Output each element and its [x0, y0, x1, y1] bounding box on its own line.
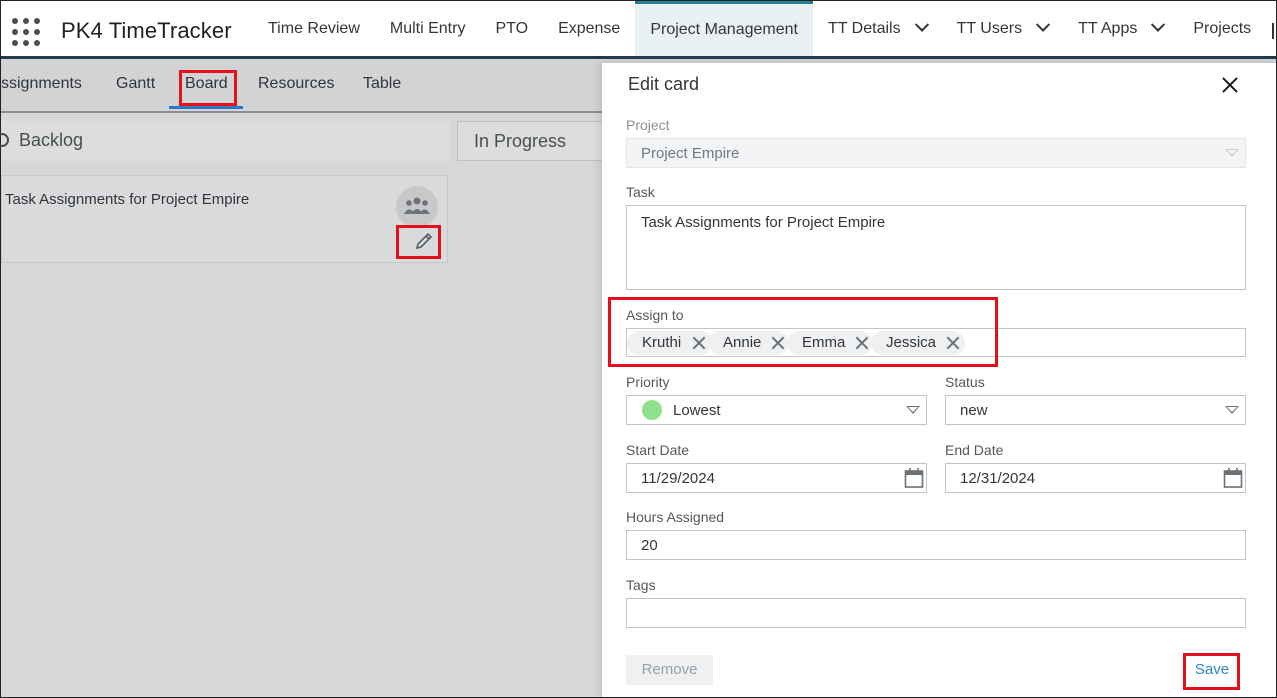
highlight-box-board-tab — [179, 70, 237, 106]
nav-project-management[interactable]: Project Management — [635, 1, 813, 56]
lane-title: Backlog — [19, 130, 84, 150]
active-tab-indicator — [169, 106, 243, 109]
nav-pto[interactable]: PTO — [480, 1, 543, 56]
project-select: Project Empire — [626, 138, 1246, 168]
priority-select[interactable]: Lowest — [626, 395, 927, 425]
nav-time-review[interactable]: Time Review — [253, 1, 375, 56]
task-label: Task — [626, 184, 655, 200]
tags-input[interactable] — [626, 598, 1246, 628]
lane-title: In Progress — [474, 131, 567, 151]
app-launcher-grid-icon[interactable] — [12, 18, 40, 46]
status-label: Status — [945, 374, 985, 390]
end-date-input[interactable]: 12/31/2024 — [945, 463, 1246, 493]
priority-color-dot — [642, 400, 662, 420]
hours-assigned-input[interactable]: 20 — [626, 530, 1246, 560]
nav-label: TT Details — [827, 19, 901, 37]
end-date-value: 12/31/2024 — [960, 470, 1036, 487]
top-navigation-bar: PK4 TimeTracker Time Review Multi Entry … — [1, 1, 1276, 59]
nav-multi-entry[interactable]: Multi Entry — [375, 1, 481, 56]
nav-tt-apps[interactable]: TT Apps — [1063, 1, 1178, 56]
nav-label: PTO — [495, 19, 529, 37]
assignees-group-icon — [396, 186, 438, 228]
tab-resources[interactable]: Resources — [258, 75, 334, 93]
chevron-down-icon — [1151, 17, 1166, 32]
task-value: Task Assignments for Project Empire — [641, 214, 886, 231]
start-date-input[interactable]: 11/29/2024 — [626, 463, 927, 493]
nav-label: TT Apps — [1078, 19, 1138, 37]
tab-assignments[interactable]: ssignments — [1, 75, 82, 93]
nav-projects[interactable]: Projects — [1178, 1, 1266, 56]
end-date-label: End Date — [945, 442, 1004, 458]
dropdown-arrow-icon — [1225, 149, 1239, 157]
nav-expense[interactable]: Expense — [543, 1, 635, 56]
nav-label: Expense — [558, 19, 621, 37]
nav-tt-details[interactable]: TT Details — [813, 1, 942, 56]
task-textarea[interactable]: Task Assignments for Project Empire — [626, 205, 1246, 290]
priority-label: Priority — [626, 374, 670, 390]
chevron-down-icon — [1035, 17, 1051, 32]
panel-title: Edit card — [628, 74, 700, 94]
dropdown-arrow-icon — [906, 406, 920, 414]
hours-assigned-label: Hours Assigned — [626, 509, 725, 525]
status-value: new — [960, 402, 988, 419]
highlight-box-assign-to — [608, 297, 998, 367]
dropdown-arrow-icon — [1225, 406, 1239, 414]
nav-overflow-edge — [1272, 23, 1274, 39]
nav-label: Project Management — [650, 21, 798, 38]
hours-assigned-value: 20 — [641, 537, 658, 554]
lane-circle-icon — [0, 133, 9, 147]
project-value: Project Empire — [641, 145, 740, 162]
nav-label: TT Users — [956, 19, 1023, 37]
start-date-label: Start Date — [626, 442, 690, 458]
nav-label: Multi Entry — [389, 19, 466, 37]
nav-tt-users[interactable]: TT Users — [942, 1, 1063, 56]
start-date-value: 11/29/2024 — [641, 470, 715, 487]
tags-label: Tags — [626, 577, 656, 593]
highlight-box-save — [1183, 653, 1240, 690]
lane-backlog-header: Backlog — [0, 121, 449, 161]
task-card[interactable]: Task Assignments for Project Empire — [1, 175, 448, 263]
calendar-icon[interactable] — [904, 467, 924, 489]
chevron-down-icon — [914, 17, 929, 32]
main-nav: Time Review Multi Entry PTO Expense Proj… — [253, 1, 1266, 56]
calendar-icon[interactable] — [1223, 467, 1243, 489]
tab-table[interactable]: Table — [363, 75, 401, 93]
nav-label: Time Review — [268, 19, 360, 37]
priority-value: Lowest — [673, 402, 721, 419]
highlight-box-edit-icon — [396, 225, 441, 259]
remove-button[interactable]: Remove — [626, 655, 713, 685]
project-label: Project — [626, 117, 670, 133]
close-icon[interactable] — [1220, 75, 1240, 95]
status-select[interactable]: new — [945, 395, 1246, 425]
app-title: PK4 TimeTracker — [61, 18, 232, 43]
nav-label: Projects — [1193, 19, 1252, 37]
card-title: Task Assignments for Project Empire — [5, 191, 250, 208]
tab-gantt[interactable]: Gantt — [116, 75, 155, 93]
